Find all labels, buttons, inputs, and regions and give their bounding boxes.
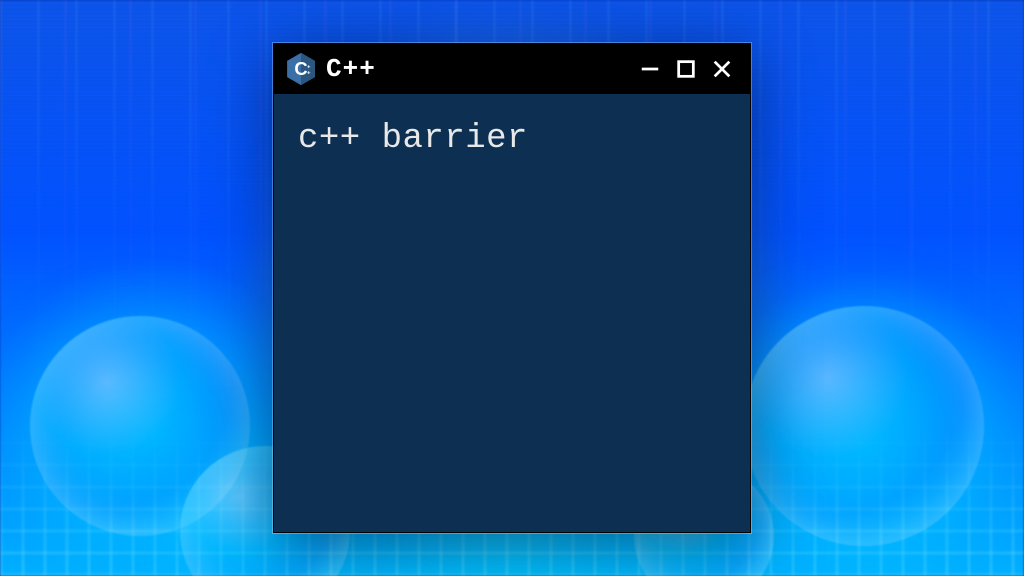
svg-text:+: + — [307, 70, 311, 76]
terminal-body[interactable]: c++ barrier — [274, 94, 750, 532]
titlebar[interactable]: C + + C++ — [274, 44, 750, 94]
close-icon — [711, 58, 733, 80]
window-title: C++ — [326, 54, 626, 84]
close-button[interactable] — [708, 55, 736, 83]
minimize-icon — [639, 58, 661, 80]
svg-text:+: + — [307, 65, 311, 71]
window-controls — [636, 55, 736, 83]
maximize-button[interactable] — [672, 55, 700, 83]
cpp-logo-icon: C + + — [286, 52, 316, 86]
window-frame: C + + C++ c++ barrier — [273, 43, 751, 533]
terminal-window: C + + C++ c++ barrier — [273, 43, 751, 533]
svg-text:C: C — [294, 58, 307, 79]
minimize-button[interactable] — [636, 55, 664, 83]
terminal-text: c++ barrier — [298, 120, 528, 158]
maximize-icon — [675, 58, 697, 80]
